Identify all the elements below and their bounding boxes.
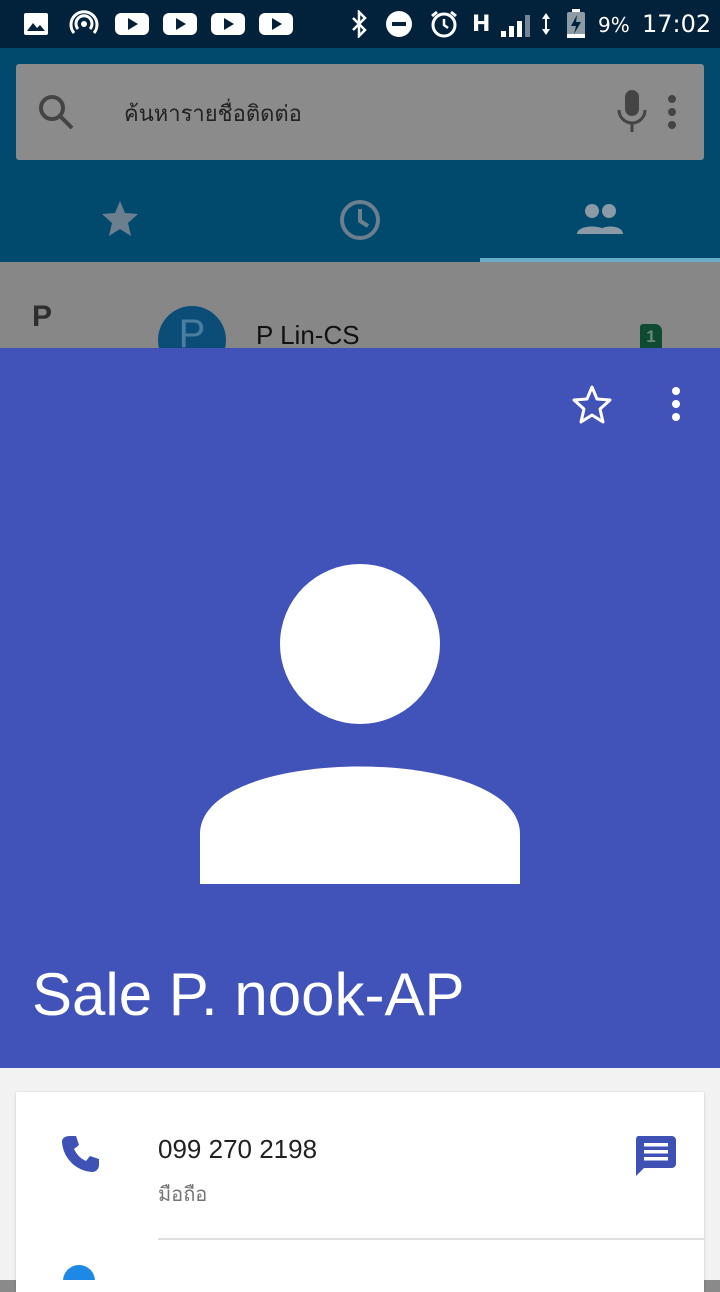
- search-bar[interactable]: [16, 64, 704, 160]
- search-icon[interactable]: [36, 92, 76, 136]
- bluetooth-icon: [348, 10, 372, 38]
- section-letter: P: [32, 300, 53, 333]
- alarm-icon: [428, 10, 460, 38]
- more-options-icon[interactable]: [668, 386, 684, 426]
- contact-list: [0, 262, 720, 348]
- do-not-disturb-icon: [384, 10, 414, 38]
- contact-name: Sale P. nook-AP: [32, 961, 465, 1028]
- battery-percent: 9%: [598, 13, 630, 37]
- signal-icon: [498, 10, 536, 38]
- microphone-icon[interactable]: [616, 88, 648, 138]
- phone-type-label: มือถือ: [158, 1182, 208, 1206]
- youtube-icon: [162, 10, 198, 38]
- messenger-icon[interactable]: [62, 1264, 96, 1280]
- people-icon: [577, 204, 623, 234]
- tab-favorites[interactable]: [100, 198, 140, 242]
- default-avatar-icon: [200, 564, 520, 888]
- star-icon: [102, 201, 138, 236]
- message-icon[interactable]: [634, 1134, 676, 1180]
- hotspot-icon: [68, 10, 100, 38]
- search-input[interactable]: ค้นหารายชื่อติดต่อ: [124, 96, 302, 131]
- gallery-icon: [22, 10, 50, 38]
- overflow-menu-icon[interactable]: [664, 94, 680, 134]
- network-type: H: [472, 12, 491, 37]
- phone-card: [16, 1092, 704, 1292]
- data-arrows-icon: [538, 10, 554, 38]
- phone-icon[interactable]: [60, 1134, 100, 1178]
- tab-recents[interactable]: [338, 198, 382, 246]
- phone-number[interactable]: 099 270 2198: [158, 1134, 317, 1165]
- list-item[interactable]: P Lin-CS: [256, 320, 360, 351]
- youtube-icon: [114, 10, 150, 38]
- favorite-star-icon[interactable]: [571, 384, 613, 428]
- tab-contacts[interactable]: [576, 202, 624, 240]
- youtube-icon: [210, 10, 246, 38]
- youtube-icon: [258, 10, 294, 38]
- battery-charging-icon: [564, 9, 588, 38]
- divider: [158, 1238, 704, 1240]
- status-bar: H 9% 17:02: [0, 0, 720, 48]
- sim-icon: 1: [640, 324, 662, 348]
- clock-time: 17:02: [642, 10, 712, 38]
- clock-icon: [340, 200, 380, 240]
